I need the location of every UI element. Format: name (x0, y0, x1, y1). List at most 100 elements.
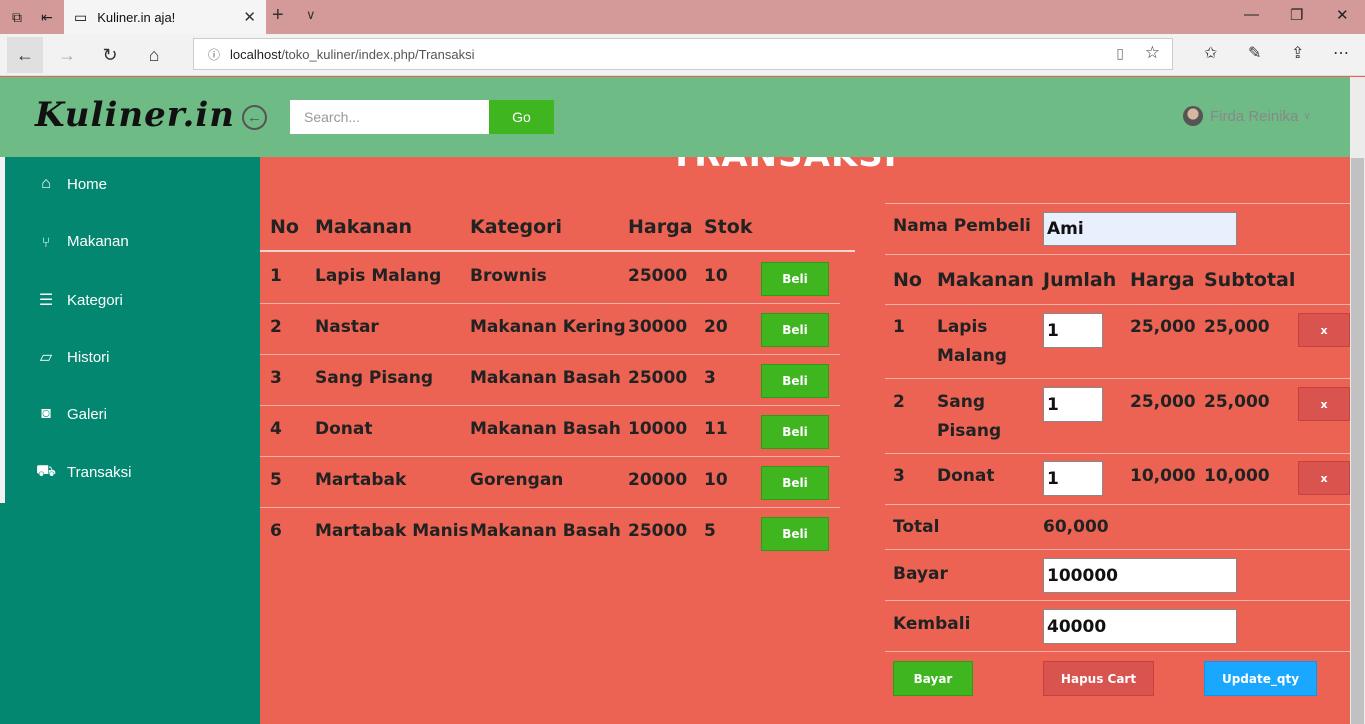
cart-row-price: 25,000 (1130, 392, 1196, 412)
pen-icon[interactable]: ✎ (1248, 43, 1261, 63)
row-stock: 11 (704, 419, 728, 439)
clear-cart-button[interactable]: Hapus Cart (1043, 661, 1154, 696)
cart-row-subtotal: 25,000 (1204, 392, 1270, 412)
products-header-no: No (270, 216, 299, 238)
cart-row-no: 1 (893, 317, 905, 337)
qty-input[interactable]: 1 (1043, 313, 1103, 348)
go-button[interactable]: Go (489, 100, 554, 134)
remove-item-button[interactable]: x (1298, 387, 1350, 421)
row-name: Sang Pisang (315, 368, 434, 388)
qty-input[interactable]: 1 (1043, 461, 1103, 496)
row-no: 2 (270, 317, 282, 337)
row-category: Makanan Basah (470, 368, 621, 388)
browser-tab[interactable]: ▭ Kuliner.in aja! ✕ (64, 0, 266, 34)
cart-row-price: 25,000 (1130, 317, 1196, 337)
cart-header-subtotal: Subtotal (1204, 269, 1296, 291)
row-no: 4 (270, 419, 282, 439)
beli-button[interactable]: Beli (761, 262, 829, 296)
more-icon[interactable]: ⋯ (1333, 43, 1349, 63)
forward-icon[interactable]: → (52, 40, 82, 70)
beli-button[interactable]: Beli (761, 415, 829, 449)
cart-divider (885, 651, 1350, 652)
beli-button[interactable]: Beli (761, 313, 829, 347)
bayar-button[interactable]: Bayar (893, 661, 973, 696)
scrollbar-thumb[interactable] (1351, 158, 1364, 724)
home-icon: ⌂ (41, 175, 51, 192)
row-stock: 10 (704, 470, 728, 490)
sidebar-item-makanan[interactable]: ⑂ Makanan (35, 233, 129, 250)
favorites-icon[interactable]: ✩ (1204, 43, 1217, 63)
cart-row-name: Pisang (937, 421, 1002, 441)
sidebar-item-kategori[interactable]: ☰ Kategori (35, 290, 123, 310)
chevron-down-icon[interactable]: ∨ (306, 7, 316, 23)
refresh-icon[interactable]: ↻ (95, 40, 125, 70)
url-path: /toko_kuliner/index.php/Transaksi (281, 46, 475, 62)
tab-actions-icon[interactable]: ⧉ (4, 4, 30, 30)
row-name: Martabak (315, 470, 407, 490)
new-tab-icon[interactable]: + (272, 4, 284, 27)
user-menu[interactable]: Firda Reinika ∨ (1183, 106, 1311, 126)
url-host: localhost (230, 46, 282, 62)
sidebar-divider (0, 157, 5, 503)
products-header-stok: Stok (704, 216, 753, 238)
star-icon[interactable]: ☆ (1145, 43, 1160, 63)
beli-button[interactable]: Beli (761, 466, 829, 500)
search-input[interactable] (290, 100, 489, 134)
cart-row-name: Lapis (937, 317, 988, 337)
minimize-icon[interactable]: — (1244, 6, 1259, 23)
close-tab-icon[interactable]: ✕ (243, 8, 256, 26)
cart-top-divider (885, 203, 1350, 204)
sidebar-item-galeri[interactable]: ◙ Galeri (35, 405, 107, 423)
tab-title: Kuliner.in aja! (97, 9, 176, 25)
home-icon[interactable]: ⌂ (139, 40, 169, 70)
sidebar-item-histori[interactable]: ▱ Histori (35, 347, 110, 367)
products-header-divider (260, 250, 855, 252)
cutlery-icon: ⑂ (41, 233, 51, 250)
reading-view-icon[interactable]: ▯ (1116, 45, 1124, 62)
row-divider (260, 507, 840, 508)
update-qty-button[interactable]: Update_qty (1204, 661, 1317, 696)
products-header-kategori: Kategori (470, 216, 563, 238)
cart-row-name: Malang (937, 346, 1007, 366)
close-window-icon[interactable]: ✕ (1336, 6, 1349, 24)
cart-divider (885, 254, 1350, 255)
row-stock: 20 (704, 317, 728, 337)
row-price: 25000 (628, 521, 688, 541)
row-name: Martabak Manis (315, 521, 469, 541)
pay-amount-field[interactable]: 100000 (1043, 558, 1237, 593)
restore-icon[interactable]: ❐ (1290, 6, 1303, 24)
row-price: 30000 (628, 317, 688, 337)
user-name: Firda Reinika (1210, 107, 1299, 125)
info-icon[interactable]: ⓘ (208, 46, 220, 63)
cart-row-no: 3 (893, 466, 905, 486)
change-amount-field[interactable]: 40000 (1043, 609, 1237, 644)
set-aside-tabs-icon[interactable]: ⇤ (34, 4, 60, 30)
cart-row-no: 2 (893, 392, 905, 412)
cart-header-no: No (893, 269, 922, 291)
cart-divider (885, 453, 1350, 454)
sidebar-item-label: Kategori (67, 291, 123, 309)
sidebar-item-label: Galeri (67, 405, 108, 423)
sidebar-item-home[interactable]: ⌂ Home (35, 175, 107, 193)
chevron-down-icon: ∨ (1303, 110, 1311, 122)
row-stock: 3 (704, 368, 716, 388)
app-logo[interactable]: Kuliner.in (35, 95, 235, 135)
beli-button[interactable]: Beli (761, 517, 829, 551)
arrow-left-icon[interactable]: ← (242, 105, 267, 130)
back-icon[interactable]: ← (7, 37, 43, 73)
cart-divider (885, 304, 1350, 305)
buyer-name-field[interactable]: Ami (1043, 212, 1237, 246)
page-icon: ▭ (74, 8, 88, 25)
url-field[interactable]: ⓘ localhost /toko_kuliner/index.php/Tran… (193, 38, 1173, 70)
row-price: 10000 (628, 419, 688, 439)
browser-tab-bar: ⧉ ⇤ ▭ Kuliner.in aja! ✕ + ∨ — ❐ ✕ (0, 0, 1365, 34)
beli-button[interactable]: Beli (761, 364, 829, 398)
sidebar-item-transaksi[interactable]: ⛟ Transaksi (35, 462, 132, 482)
products-header-makanan: Makanan (315, 216, 413, 238)
row-category: Brownis (470, 266, 547, 286)
remove-item-button[interactable]: x (1298, 461, 1350, 495)
cart-icon: ⛟ (35, 463, 57, 480)
share-icon[interactable]: ⇪ (1291, 43, 1304, 63)
qty-input[interactable]: 1 (1043, 387, 1103, 422)
remove-item-button[interactable]: x (1298, 313, 1350, 347)
